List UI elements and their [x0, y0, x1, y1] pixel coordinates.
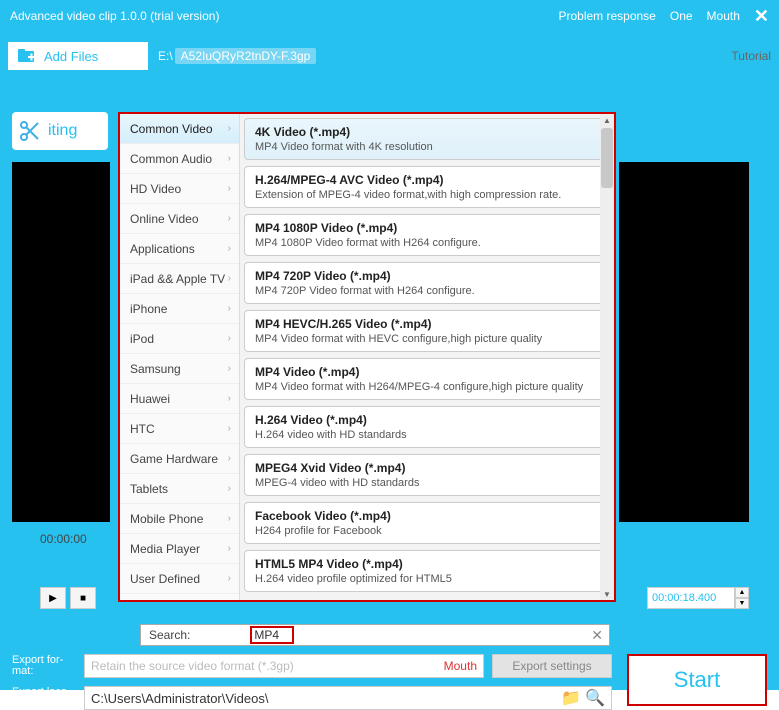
- chevron-right-icon: ›: [228, 123, 231, 134]
- category-item[interactable]: Samsung›: [120, 354, 239, 384]
- format-item[interactable]: Facebook Video (*.mp4)H264 profile for F…: [244, 502, 610, 544]
- search-input[interactable]: [250, 626, 294, 644]
- category-item[interactable]: Tablets›: [120, 474, 239, 504]
- tutorial-link[interactable]: Tutorial: [731, 49, 771, 63]
- format-list: 4K Video (*.mp4)MP4 Video format with 4K…: [240, 114, 614, 600]
- category-item[interactable]: Mobile Phone›: [120, 504, 239, 534]
- trim-start-icon[interactable]: [28, 552, 52, 576]
- category-item[interactable]: User Defined›: [120, 564, 239, 594]
- export-format-label: Export for- mat:: [12, 655, 76, 677]
- category-item[interactable]: Online Video›: [120, 204, 239, 234]
- category-list: Common Video›Common Audio›HD Video›Onlin…: [120, 114, 240, 600]
- format-item[interactable]: MPEG4 Xvid Video (*.mp4)MPEG-4 video wit…: [244, 454, 610, 496]
- add-files-label: Add Files: [44, 49, 98, 64]
- format-item[interactable]: H.264 Video (*.mp4)H.264 video with HD s…: [244, 406, 610, 448]
- search-label: Search:: [149, 628, 190, 642]
- chevron-right-icon: ›: [228, 243, 231, 254]
- scrollbar[interactable]: ▲ ▼: [600, 114, 614, 600]
- spinner-up[interactable]: ▲: [735, 587, 749, 598]
- chevron-right-icon: ›: [228, 393, 231, 404]
- search-row: Search: ✕: [140, 624, 610, 646]
- category-item[interactable]: iPod›: [120, 324, 239, 354]
- folder-icon[interactable]: 📁: [561, 688, 581, 708]
- close-icon[interactable]: ✕: [754, 6, 769, 27]
- preview-left: [12, 162, 110, 522]
- chevron-right-icon: ›: [228, 273, 231, 284]
- chevron-right-icon: ›: [228, 453, 231, 464]
- format-item[interactable]: HTML5 MP4 Video (*.mp4)H.264 video profi…: [244, 550, 610, 592]
- format-item[interactable]: MP4 HEVC/H.265 Video (*.mp4)MP4 Video fo…: [244, 310, 610, 352]
- duration-input[interactable]: [647, 587, 735, 609]
- search-folder-icon[interactable]: 🔍: [585, 688, 605, 708]
- timecode-start: 00:00:00: [40, 532, 87, 546]
- link-one[interactable]: One: [670, 9, 693, 23]
- category-item[interactable]: HD Video›: [120, 174, 239, 204]
- main-area: Add Files E:\ A52IuQRyR2tnDY-F.3gp Tutor…: [0, 32, 779, 690]
- category-item[interactable]: Game Hardware›: [120, 444, 239, 474]
- category-item[interactable]: Huawei›: [120, 384, 239, 414]
- category-item[interactable]: HTC›: [120, 414, 239, 444]
- play-button[interactable]: ▶: [40, 587, 66, 609]
- editing-button[interactable]: iting: [12, 112, 108, 150]
- link-mouth[interactable]: Mouth: [707, 9, 740, 23]
- category-item[interactable]: Applications›: [120, 234, 239, 264]
- link-problem-response[interactable]: Problem response: [558, 9, 655, 23]
- category-item[interactable]: iPad && Apple TV›: [120, 264, 239, 294]
- category-item[interactable]: Common Audio›: [120, 144, 239, 174]
- editing-label: iting: [48, 122, 77, 140]
- format-item[interactable]: MP4 720P Video (*.mp4)MP4 720P Video for…: [244, 262, 610, 304]
- preview-right: [619, 162, 749, 522]
- category-item[interactable]: Recent›: [120, 594, 239, 600]
- scroll-down-icon[interactable]: ▼: [601, 588, 613, 600]
- chevron-right-icon: ›: [228, 363, 231, 374]
- format-item[interactable]: 4K Video (*.mp4)MP4 Video format with 4K…: [244, 118, 610, 160]
- scissors-icon: [18, 119, 42, 143]
- category-item[interactable]: Media Player›: [120, 534, 239, 564]
- export-settings-button[interactable]: Export settings: [492, 654, 612, 678]
- stop-button[interactable]: ■: [70, 587, 96, 609]
- add-files-button[interactable]: Add Files: [8, 42, 148, 70]
- clear-search-icon[interactable]: ✕: [591, 627, 603, 644]
- add-files-icon: [18, 48, 36, 64]
- chevron-right-icon: ›: [228, 153, 231, 164]
- chevron-right-icon: ›: [228, 423, 231, 434]
- format-item[interactable]: H.264/MPEG-4 AVC Video (*.mp4)Extension …: [244, 166, 610, 208]
- transport-controls: ▶ ■: [40, 587, 96, 609]
- format-dropdown-panel: Common Video›Common Audio›HD Video›Onlin…: [118, 112, 616, 602]
- chevron-right-icon: ›: [228, 303, 231, 314]
- scroll-up-icon[interactable]: ▲: [601, 114, 613, 126]
- chevron-right-icon: ›: [228, 483, 231, 494]
- category-item[interactable]: Common Video›: [120, 114, 239, 144]
- start-button[interactable]: Start: [627, 654, 767, 706]
- chevron-right-icon: ›: [228, 213, 231, 224]
- format-item[interactable]: MP4 Video (*.mp4)MP4 Video format with H…: [244, 358, 610, 400]
- chevron-right-icon: ›: [228, 333, 231, 344]
- scroll-thumb[interactable]: [601, 128, 613, 188]
- spinner-down[interactable]: ▼: [735, 598, 749, 609]
- chevron-right-icon: ›: [228, 183, 231, 194]
- current-file-path: E:\ A52IuQRyR2tnDY-F.3gp: [158, 48, 316, 64]
- titlebar: Advanced video clip 1.0.0 (trial version…: [0, 0, 779, 32]
- format-item[interactable]: MP4 1080P Video (*.mp4)MP4 1080P Video f…: [244, 214, 610, 256]
- category-item[interactable]: iPhone›: [120, 294, 239, 324]
- window-title: Advanced video clip 1.0.0 (trial version…: [10, 9, 219, 23]
- chevron-right-icon: ›: [228, 573, 231, 584]
- chevron-right-icon: ›: [228, 543, 231, 554]
- chevron-right-icon: ›: [228, 513, 231, 524]
- export-format-field[interactable]: Retain the source video format (*.3gp) M…: [84, 654, 484, 678]
- trim-end-icon[interactable]: [721, 552, 745, 576]
- export-location-label: Export loca- tion:: [12, 687, 76, 709]
